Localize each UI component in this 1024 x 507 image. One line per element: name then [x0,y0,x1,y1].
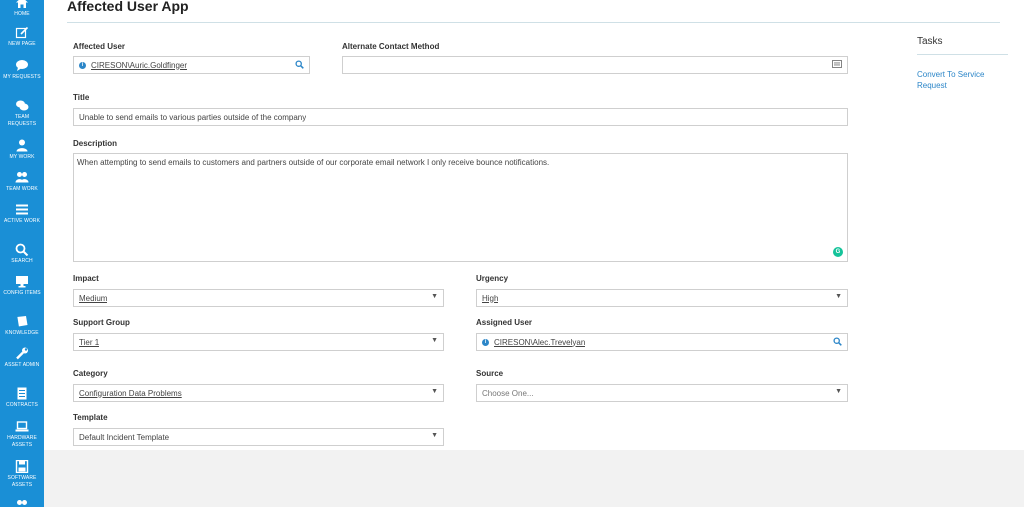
support-group-label: Support Group [73,318,130,327]
description-textarea[interactable]: When attempting to send emails to custom… [73,153,848,262]
chevron-down-icon[interactable]: ▼ [431,337,438,344]
impact-value[interactable]: Medium [79,294,107,303]
document-icon [15,387,29,400]
sidebar-item-more[interactable] [0,499,44,507]
impact-label: Impact [73,274,99,283]
page-title: Affected User App [67,0,189,14]
sidebar-item-my-work[interactable]: My Work [0,139,44,161]
sidebar-item-new-page[interactable]: New Page [0,26,44,48]
info-icon[interactable]: i [482,338,489,346]
title-input[interactable]: Unable to send emails to various parties… [73,108,848,126]
sidebar-item-team-requests[interactable]: Team Requests [0,99,44,128]
book-icon [15,315,29,328]
description-label: Description [73,139,118,148]
sidebar-item-my-requests[interactable]: My Requests [0,59,44,81]
sidebar-item-team-work[interactable]: Team Work [0,171,44,193]
list-icon [15,203,29,216]
affected-user-label: Affected User [73,42,126,51]
grammarly-icon[interactable]: G [833,247,843,257]
search-icon[interactable] [833,337,842,346]
user-icon [15,139,29,152]
support-group-value[interactable]: Tier 1 [79,338,99,347]
main-content: Affected User App Affected User i CIRESO… [44,0,1024,450]
title-value[interactable]: Unable to send emails to various parties… [79,113,306,122]
impact-select[interactable]: Medium ▼ [73,289,444,307]
template-value[interactable]: Default Incident Template [79,433,169,442]
alternate-contact-field[interactable] [342,56,848,74]
sidebar-item-knowledge[interactable]: Knowledge [0,315,44,337]
category-value[interactable]: Configuration Data Problems [79,389,182,398]
home-icon [15,0,29,9]
users-icon [15,499,29,507]
chevron-down-icon[interactable]: ▼ [431,293,438,300]
assigned-user-field[interactable]: i CIRESON\Alec.Trevelyan [476,333,848,351]
category-select[interactable]: Configuration Data Problems ▼ [73,384,444,402]
assigned-user-value[interactable]: CIRESON\Alec.Trevelyan [494,338,585,347]
users-icon [15,171,29,184]
wrench-icon [15,347,29,360]
sidebar-item-search[interactable]: Search [0,243,44,265]
convert-to-service-request-link[interactable]: Convert To Service Request [917,69,997,91]
urgency-value[interactable]: High [482,294,498,303]
search-icon [15,243,29,256]
search-icon[interactable] [295,60,304,69]
sidebar-item-asset-admin[interactable]: Asset Admin [0,347,44,369]
floppy-icon [15,460,29,473]
description-value[interactable]: When attempting to send emails to custom… [77,158,549,167]
chat-bubble-icon [15,59,29,72]
sidebar-item-software-assets[interactable]: Software Assets [0,460,44,489]
tasks-title: Tasks [917,36,943,47]
sidebar-item-active-work[interactable]: Active Work [0,203,44,225]
sidebar-nav: Home New Page My Requests Team Requests … [0,0,44,507]
template-label: Template [73,413,108,422]
chat-bubbles-icon [15,99,29,112]
affected-user-value[interactable]: CIRESON\Auric.Goldfinger [91,61,187,70]
chevron-down-icon[interactable]: ▼ [431,388,438,395]
sidebar-item-home[interactable]: Home [0,0,44,18]
info-icon[interactable]: i [79,61,86,69]
source-placeholder[interactable]: Choose One... [482,389,534,398]
contact-card-icon[interactable] [832,60,842,68]
sidebar-item-hardware-assets[interactable]: Hardware Assets [0,420,44,449]
sidebar-item-contracts[interactable]: Contracts [0,387,44,409]
source-select[interactable]: Choose One... ▼ [476,384,848,402]
tasks-divider [917,54,1008,55]
title-divider [67,22,1000,23]
monitor-icon [15,275,29,288]
chevron-down-icon[interactable]: ▼ [431,432,438,439]
title-label: Title [73,93,90,102]
affected-user-field[interactable]: i CIRESON\Auric.Goldfinger [73,56,310,74]
chevron-down-icon[interactable]: ▼ [835,293,842,300]
alternate-contact-label: Alternate Contact Method [342,42,440,51]
urgency-label: Urgency [476,274,509,283]
template-select[interactable]: Default Incident Template ▼ [73,428,444,446]
laptop-icon [15,420,29,433]
source-label: Source [476,369,504,378]
support-group-select[interactable]: Tier 1 ▼ [73,333,444,351]
sidebar-item-config-items[interactable]: Config Items [0,275,44,297]
chevron-down-icon[interactable]: ▼ [835,388,842,395]
category-label: Category [73,369,108,378]
assigned-user-label: Assigned User [476,318,533,327]
urgency-select[interactable]: High ▼ [476,289,848,307]
edit-icon [15,26,29,39]
